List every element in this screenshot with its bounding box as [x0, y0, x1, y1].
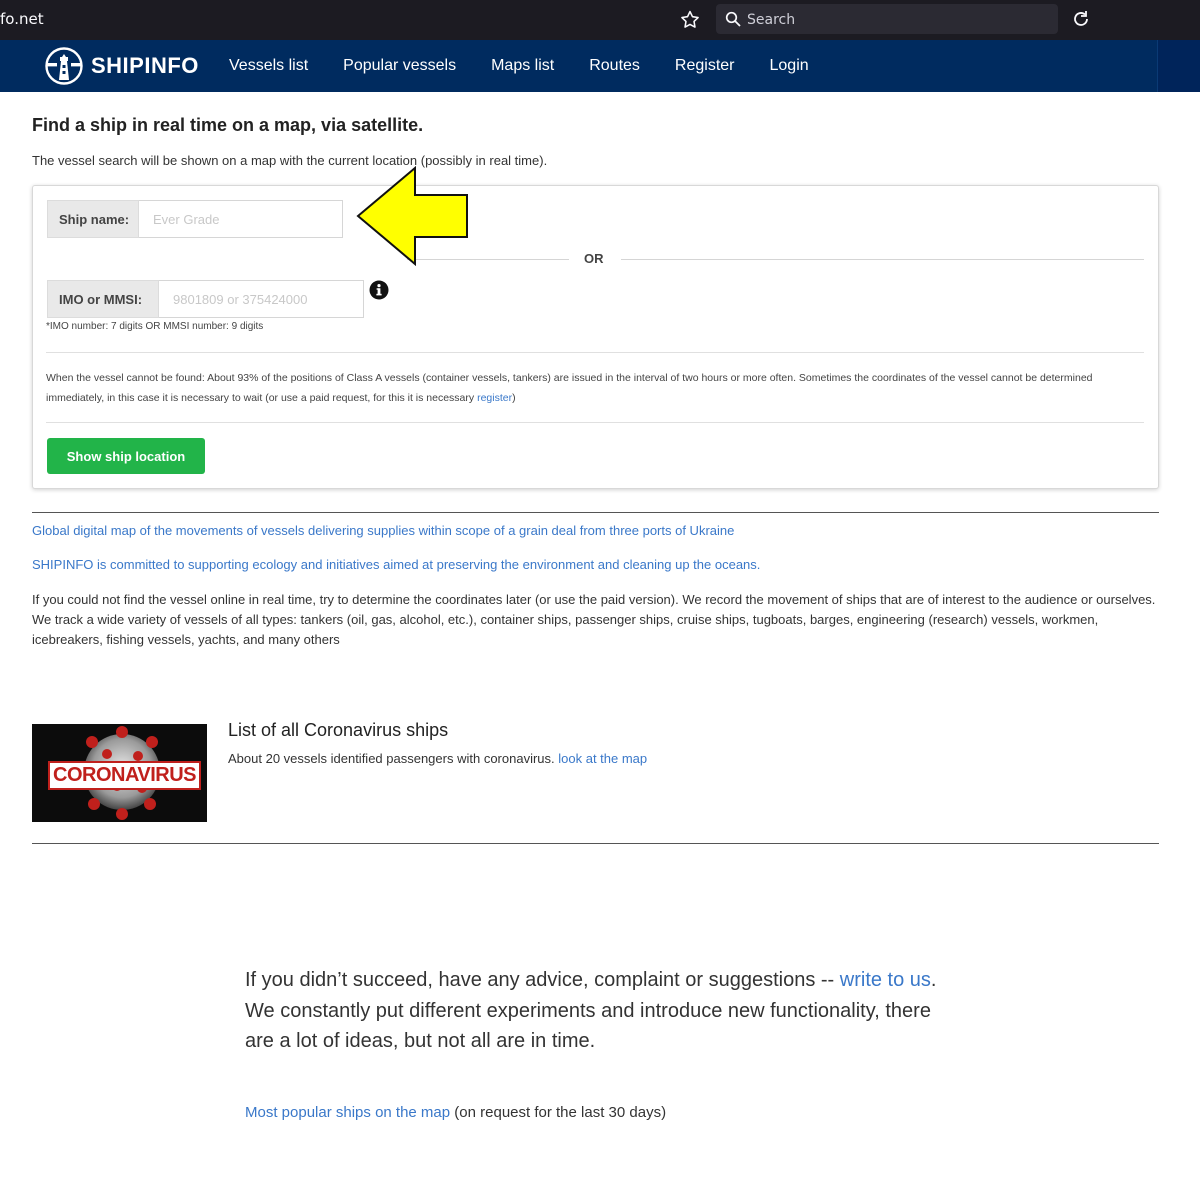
look-at-map-link[interactable]: look at the map	[558, 751, 647, 766]
not-found-notice: When the vessel cannot be found: About 9…	[46, 368, 1144, 408]
nav-vessels-list[interactable]: Vessels list	[229, 57, 308, 75]
write-to-us-link[interactable]: write to us	[840, 969, 931, 991]
coronavirus-title[interactable]: List of all Coronavirus ships	[228, 720, 448, 741]
coronavirus-description: About 20 vessels identified passengers w…	[228, 751, 647, 766]
or-divider-right	[621, 259, 1144, 260]
grain-deal-map-link[interactable]: Global digital map of the movements of v…	[32, 523, 734, 538]
nav-login[interactable]: Login	[770, 57, 809, 75]
coronavirus-image[interactable]: CORONAVIRUS	[32, 724, 207, 822]
search-placeholder: Search	[747, 12, 796, 28]
browser-toolbar: fo.net Search	[0, 0, 1200, 40]
vessel-search-form: Ship name: Ever Grade OR IMO or MMSI: 98…	[32, 185, 1159, 489]
search-icon	[725, 11, 741, 27]
nav-routes[interactable]: Routes	[589, 57, 640, 75]
feedback-start: If you didn’t succeed, have any advice, …	[245, 969, 840, 991]
ship-name-label: Ship name:	[47, 200, 139, 238]
notice-text: When the vessel cannot be found: About 9…	[46, 372, 1093, 404]
page-title: Find a ship in real time on a map, via s…	[32, 115, 424, 135]
yellow-arrow-pointer-icon	[356, 166, 468, 266]
imo-hint: *IMO number: 7 digits OR MMSI number: 9 …	[46, 321, 264, 332]
section-divider-1	[32, 512, 1159, 513]
site-logo[interactable]: SHIPINFO	[44, 46, 199, 86]
coronavirus-desc-text: About 20 vessels identified passengers w…	[228, 751, 559, 766]
coronavirus-banner: CORONAVIRUS	[48, 761, 202, 790]
header-right-panel	[1157, 40, 1200, 92]
lighthouse-logo-icon	[45, 47, 83, 85]
browser-search-box[interactable]: Search	[716, 4, 1058, 34]
site-header: SHIPINFO Vessels list Popular vessels Ma…	[0, 40, 1200, 92]
form-divider-top	[46, 352, 1144, 353]
popular-ships-link[interactable]: Most popular ships on the map	[245, 1104, 450, 1121]
tracking-description: If you could not find the vessel online …	[32, 592, 1156, 647]
logo-text: SHIPINFO	[91, 53, 199, 78]
ecology-link[interactable]: SHIPINFO is committed to supporting ecol…	[32, 557, 760, 572]
notice-register-link[interactable]: register	[477, 392, 512, 404]
url-bar[interactable]: fo.net	[0, 10, 44, 28]
form-divider-bottom	[46, 422, 1144, 423]
reload-icon[interactable]	[1071, 9, 1091, 29]
notice-end: )	[512, 392, 516, 404]
show-ship-location-button[interactable]: Show ship location	[47, 438, 205, 474]
or-label: OR	[584, 251, 604, 266]
nav-maps-list[interactable]: Maps list	[491, 57, 554, 75]
popular-ships: Most popular ships on the map (on reques…	[245, 1104, 666, 1121]
popular-ships-suffix: (on request for the last 30 days)	[450, 1104, 667, 1121]
nav-popular-vessels[interactable]: Popular vessels	[343, 57, 456, 75]
info-icon[interactable]	[369, 280, 389, 300]
bookmark-star-icon[interactable]	[679, 9, 701, 31]
imo-mmsi-label: IMO or MMSI:	[47, 280, 159, 318]
section-divider-2	[32, 843, 1159, 844]
nav-register[interactable]: Register	[675, 57, 735, 75]
main-nav: Vessels list Popular vessels Maps list R…	[229, 40, 844, 92]
ship-name-input[interactable]: Ever Grade	[139, 200, 343, 238]
feedback-text: If you didn’t succeed, have any advice, …	[245, 965, 945, 1057]
imo-mmsi-input[interactable]: 9801809 or 375424000	[159, 280, 364, 318]
